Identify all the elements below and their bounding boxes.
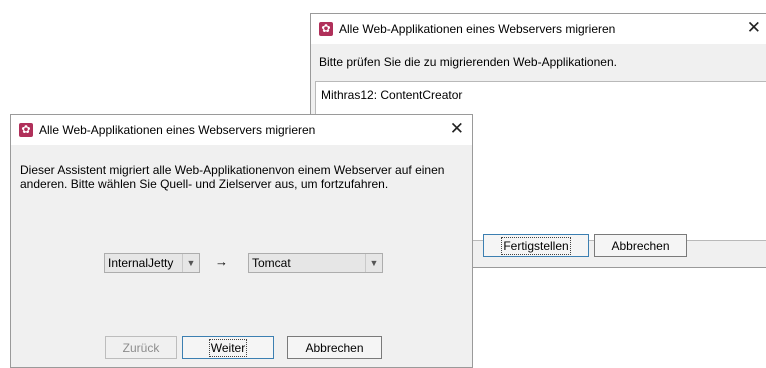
back-dialog-instruction: Bitte prüfen Sie die zu migrierenden Web…: [319, 55, 617, 69]
back-button[interactable]: Zurück: [105, 336, 177, 359]
next-button[interactable]: Weiter: [182, 336, 274, 359]
close-icon[interactable]: ✕: [450, 120, 464, 138]
back-dialog-titlebar[interactable]: ✿ Alle Web-Applikationen eines Webserver…: [311, 14, 766, 44]
wizard-titlebar[interactable]: ✿ Alle Web-Applikationen eines Webserver…: [11, 115, 472, 145]
back-dialog-title: Alle Web-Applikationen eines Webservers …: [339, 22, 616, 36]
target-server-select[interactable]: Tomcat ▼: [248, 253, 383, 273]
list-item[interactable]: Mithras12: ContentCreator: [321, 88, 462, 102]
gear-icon: ✿: [319, 22, 333, 36]
close-icon[interactable]: ✕: [747, 19, 761, 37]
source-server-select[interactable]: InternalJetty ▼: [104, 253, 200, 273]
migration-wizard-dialog: ✿ Alle Web-Applikationen eines Webserver…: [10, 114, 473, 368]
finish-button[interactable]: Fertigstellen: [483, 234, 589, 257]
wizard-title: Alle Web-Applikationen eines Webservers …: [39, 123, 316, 137]
chevron-down-icon: ▼: [182, 254, 199, 272]
back-dialog-cancel-button[interactable]: Abbrechen: [594, 234, 687, 257]
gear-icon: ✿: [19, 123, 33, 137]
cancel-button[interactable]: Abbrechen: [287, 336, 382, 359]
chevron-down-icon: ▼: [365, 254, 382, 272]
wizard-description: Dieser Assistent migriert alle Web-Appli…: [20, 163, 445, 191]
migration-arrow: →: [215, 254, 228, 269]
